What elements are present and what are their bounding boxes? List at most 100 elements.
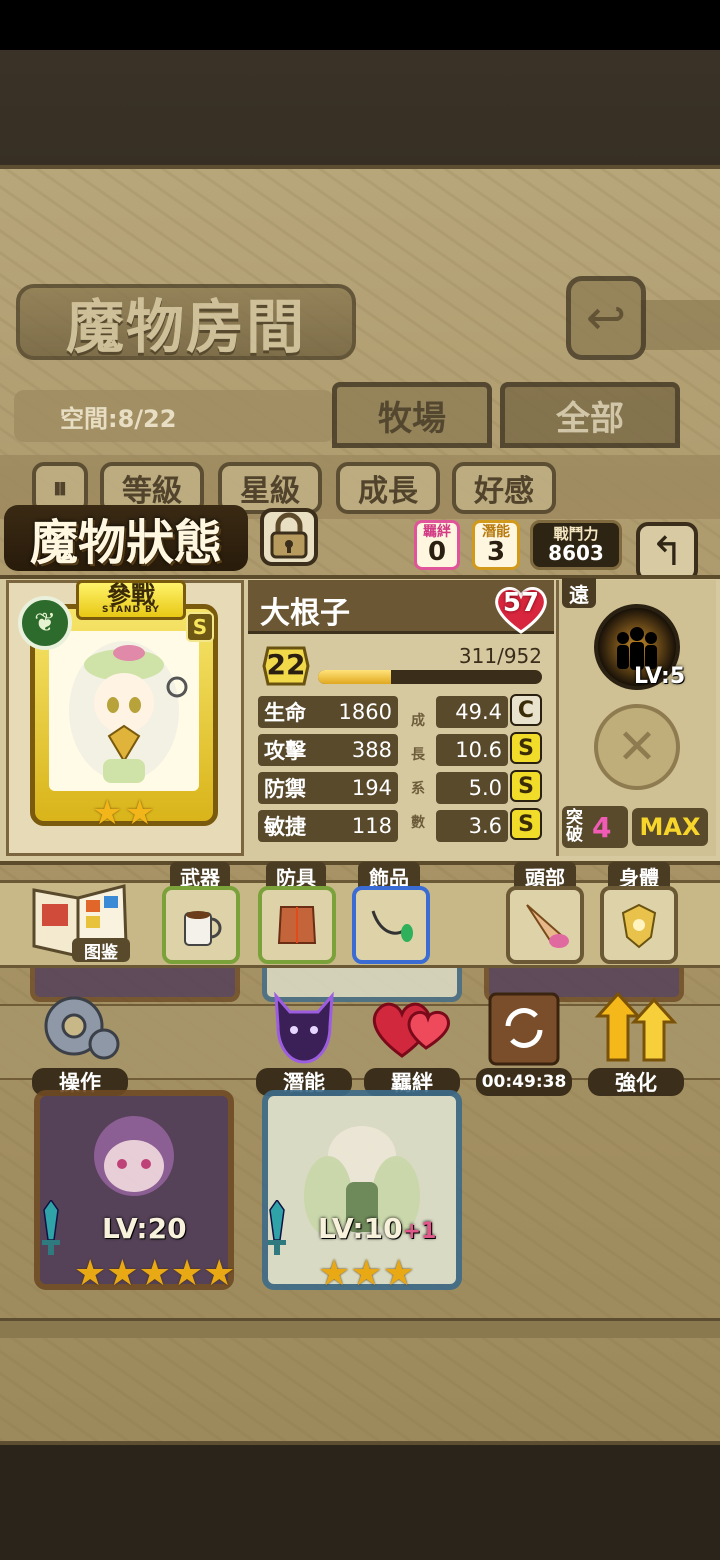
lock-icon[interactable] [256, 506, 322, 568]
star-icon: ★ [382, 1253, 415, 1294]
room-back-button[interactable]: ↩ [566, 276, 646, 360]
return-icon: ↩ [585, 290, 627, 346]
exp-fill [318, 670, 392, 684]
monster-list-level: LV:10+1 [318, 1212, 436, 1245]
standby-sub: STAND BY [102, 605, 160, 615]
monster-name: 大根子 [260, 596, 350, 631]
max-badge: MAX [632, 808, 708, 846]
breakthrough-value: 4 [592, 810, 612, 844]
bond-value: 0 [427, 537, 447, 567]
stat-defense: 防禦 194 [258, 772, 398, 804]
level-value: 22 [266, 648, 306, 681]
exp-text: 311/952 [458, 644, 542, 668]
sort-affection-button[interactable]: 好感 [452, 462, 556, 514]
affection-value: 57 [502, 588, 540, 618]
stat-value: 388 [351, 738, 392, 762]
power-value: 8603 [548, 541, 604, 565]
monster-list-stars: ★ ★ ★ [318, 1256, 415, 1292]
stat-name: 生命 [264, 701, 306, 725]
pause-sort-icon: ⏸ [52, 470, 68, 506]
star-icon: ★ [318, 1253, 351, 1294]
growth-label: 長 [411, 747, 425, 763]
stat-value: 1860 [338, 700, 392, 724]
growth-grade: C [510, 694, 542, 726]
star-rating: ★ ★ [92, 796, 162, 832]
emblem-icon [621, 903, 657, 949]
growth-grade: S [510, 808, 542, 840]
stat-value: 118 [351, 814, 392, 838]
sort-growth-button[interactable]: 成長 [336, 462, 440, 514]
stat-agility: 敏捷 118 [258, 810, 398, 842]
book-label: 图鉴 [72, 938, 130, 963]
refresh-button[interactable]: 00:49:38 [476, 986, 572, 1096]
growth-value: 49.4 [436, 696, 508, 728]
stat-hp: 生命 1860 [258, 696, 398, 728]
potential-badge: 潛能 3 [472, 520, 520, 570]
exp-bar [318, 670, 542, 684]
star-icon: ★ [170, 1253, 204, 1294]
star-icon: ★ [106, 1253, 139, 1294]
equip-slot-accessory[interactable] [352, 886, 430, 964]
system-status-bar [0, 0, 720, 50]
breakthrough: 突破 4 [562, 806, 628, 848]
hearts-icon [372, 1002, 450, 1058]
star-icon: ★ [138, 1253, 171, 1294]
monster-list-plus: +1 [402, 1219, 437, 1244]
equip-slot-weapon[interactable] [162, 886, 240, 964]
equip-slot-head[interactable] [506, 886, 584, 964]
gear-icon [44, 996, 120, 1060]
growth-label: 成 [411, 713, 425, 729]
stat-name: 攻擊 [264, 739, 306, 763]
panel-bottom-border [0, 1318, 720, 1338]
stat-name: 敏捷 [264, 815, 306, 839]
potential-value: 3 [486, 537, 506, 567]
tab-all[interactable]: 全部 [500, 382, 680, 448]
tab-ranch[interactable]: 牧場 [332, 382, 492, 448]
growth-value: 5.0 [436, 772, 508, 804]
up-arrows-icon [594, 991, 678, 1062]
refresh-icon [488, 992, 560, 1066]
breakthrough-label: 突破 [566, 808, 583, 845]
star-icon: ★ [203, 1253, 236, 1294]
header-strip [640, 300, 720, 350]
star-icon: ★ [124, 793, 155, 833]
status-title: 魔物狀態 [4, 505, 248, 571]
growth-value: 3.6 [436, 810, 508, 842]
growth-label: 數 [411, 815, 425, 831]
devil-icon [274, 991, 334, 1064]
growth-grade: S [510, 770, 542, 802]
rank-badge: S [186, 612, 214, 642]
bond-badge: 羈絆 0 [414, 520, 460, 570]
power-label: 戰鬥力 [553, 525, 599, 543]
growth-value: 10.6 [436, 734, 508, 766]
room-title: 魔物房間 [16, 284, 356, 361]
return-icon: ↰ [650, 529, 684, 575]
grass-element-icon: ❦ [18, 596, 72, 650]
enhance-button[interactable]: 強化 [588, 986, 684, 1096]
star-icon: ★ [92, 793, 123, 833]
necklace-icon [371, 910, 413, 942]
standby-label: 參戰 [107, 581, 155, 609]
potential-button[interactable]: 潛能 [256, 986, 352, 1096]
close-icon: ✕ [616, 719, 658, 775]
armor-icon [277, 906, 317, 944]
close-status-button[interactable]: ↰ [636, 522, 698, 582]
skill-level: LV:5 [634, 664, 686, 689]
standby-banner: 參戰 STAND BY [76, 580, 186, 620]
sword-icon [42, 1200, 60, 1255]
stat-value: 194 [351, 776, 392, 800]
skill-slot-2-empty[interactable]: ✕ [594, 704, 680, 790]
growth-label: 系 [411, 781, 425, 797]
bond-button[interactable]: 羈絆 [364, 986, 460, 1096]
star-icon: ★ [74, 1253, 107, 1294]
monster-portrait [49, 631, 199, 791]
equip-slot-body[interactable] [600, 886, 678, 964]
sword-icon [268, 1200, 286, 1255]
refresh-timer: 00:49:38 [476, 1068, 572, 1096]
star-icon: ★ [350, 1253, 383, 1294]
operate-button[interactable]: 操作 [32, 986, 128, 1096]
equip-slot-armor[interactable] [258, 886, 336, 964]
range-tag: 遠 [562, 578, 596, 608]
stat-attack: 攻擊 388 [258, 734, 398, 766]
space-counter: 空間:8/22 [14, 390, 334, 442]
